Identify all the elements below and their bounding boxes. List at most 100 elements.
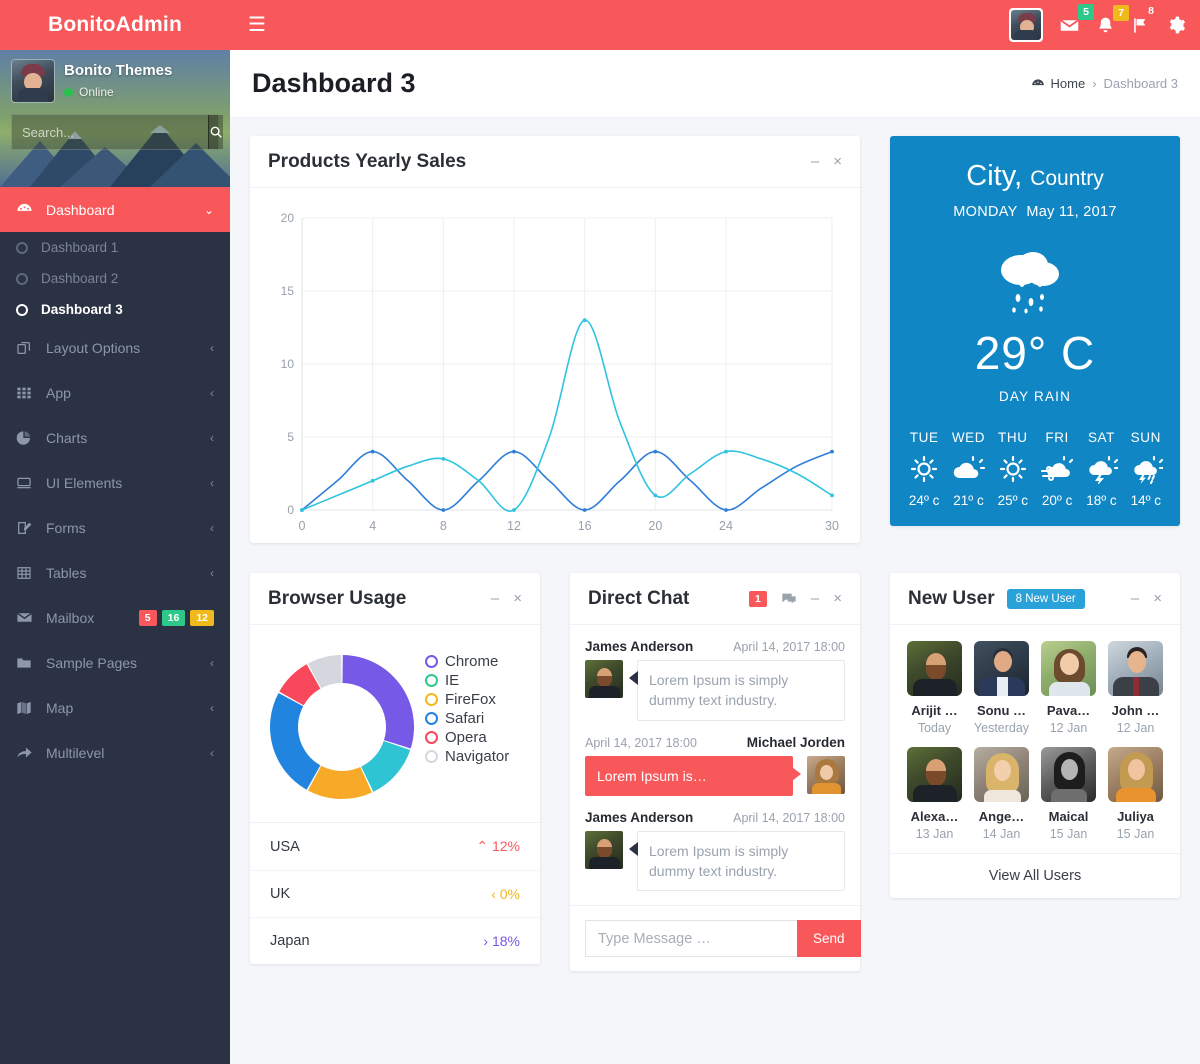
avatar — [974, 641, 1029, 696]
browser-usage-card: Browser Usage – × Chrome IE FireFox Safa… — [250, 573, 540, 964]
sidebar-item-dashboard[interactable]: Dashboard ⌄ — [0, 187, 230, 232]
chat-unread-badge: 1 — [749, 590, 767, 607]
sidebar-item-multilevel[interactable]: Multilevel ‹ — [0, 730, 230, 775]
circle-icon — [16, 303, 28, 316]
sidebar-item-app[interactable]: App ‹ — [0, 370, 230, 415]
content-header: Dashboard 3 Home › Dashboard 3 — [230, 50, 1200, 118]
edit-icon — [16, 520, 34, 536]
sidebar-item-ui-elements[interactable]: UI Elements ‹ — [0, 460, 230, 505]
forecast-day-label: THU — [998, 430, 1028, 445]
sidebar-item-label: Mailbox — [46, 609, 95, 626]
chat-timestamp: April 14, 2017 18:00 — [733, 640, 845, 654]
sidebar-item-dashboard-3[interactable]: Dashboard 3 — [0, 294, 230, 325]
list-item[interactable]: Sonu … Yesterday — [971, 641, 1032, 735]
svg-text:24: 24 — [719, 519, 733, 533]
topbar: ☰ 5 7 8 — [230, 0, 1200, 50]
chat-message: James Anderson April 14, 2017 18:00 Lore… — [585, 639, 845, 721]
legend-item[interactable]: Navigator — [425, 748, 509, 765]
sidebar-item-sample-pages[interactable]: Sample Pages ‹ — [0, 640, 230, 685]
chat-message-input[interactable] — [585, 920, 797, 958]
list-item[interactable]: Arijit … Today — [904, 641, 965, 735]
sidebar-item-tables[interactable]: Tables ‹ — [0, 550, 230, 595]
folder-icon — [16, 655, 34, 671]
settings-button[interactable] — [1166, 15, 1186, 35]
chevron-left-icon: ‹ — [210, 475, 214, 490]
card-tools: – × — [1131, 591, 1162, 606]
sidebar-item-map[interactable]: Map ‹ — [0, 685, 230, 730]
rain-cloud-icon — [890, 242, 1180, 320]
sidebar-item-charts[interactable]: Charts ‹ — [0, 415, 230, 460]
storm-rain-icon — [1134, 455, 1163, 484]
minimize-icon[interactable]: – — [1131, 591, 1139, 606]
sidebar-item-label: UI Elements — [46, 474, 123, 491]
forecast-temp: 18º c — [1086, 493, 1117, 508]
list-item[interactable]: John … 12 Jan — [1105, 641, 1166, 735]
close-icon[interactable]: × — [513, 591, 522, 606]
list-item[interactable]: Maical 15 Jan — [1038, 747, 1099, 841]
forecast-day-label: SAT — [1087, 430, 1115, 445]
list-item[interactable]: Juliya 15 Jan — [1105, 747, 1166, 841]
legend-item[interactable]: Safari — [425, 710, 509, 727]
sidebar-item-dashboard-1[interactable]: Dashboard 1 — [0, 232, 230, 263]
forecast-temp: 25º c — [997, 493, 1029, 508]
wind-cloud-icon — [1041, 455, 1074, 482]
breadcrumb-home[interactable]: Home — [1031, 76, 1085, 91]
country-percent: 12% — [491, 838, 520, 854]
minimize-icon[interactable]: – — [491, 591, 499, 606]
forecast-day: THU 25º c — [996, 430, 1030, 508]
weather-day: MONDAY — [953, 204, 1018, 220]
view-all-users-link[interactable]: View All Users — [890, 853, 1180, 898]
sidebar-item-forms[interactable]: Forms ‹ — [0, 505, 230, 550]
storm-icon — [1089, 455, 1119, 484]
minimize-icon[interactable]: – — [811, 154, 819, 169]
legend-marker-ie — [425, 674, 438, 687]
search-button[interactable] — [208, 115, 223, 149]
card-tools: – × — [811, 154, 842, 169]
table-icon — [16, 565, 34, 581]
send-button[interactable]: Send — [797, 920, 861, 958]
sidebar-item-layout-options[interactable]: Layout Options ‹ — [0, 325, 230, 370]
list-item[interactable]: Ange… 14 Jan — [971, 747, 1032, 841]
forecast-temp: 14º c — [1130, 493, 1162, 508]
country-value: › 18% — [483, 933, 520, 949]
messages-button[interactable]: 5 — [1059, 3, 1094, 36]
legend-label: Chrome — [445, 653, 499, 670]
chat-timestamp: April 14, 2017 18:00 — [733, 810, 845, 825]
sidebar-user-status-label: Online — [79, 85, 114, 99]
chevron-left-icon: ‹ — [210, 745, 214, 760]
topbar-actions: 5 7 8 — [1009, 3, 1186, 42]
minimize-icon[interactable]: – — [811, 591, 819, 606]
close-icon[interactable]: × — [833, 591, 842, 606]
sidebar-item-mailbox[interactable]: Mailbox 5 16 12 — [0, 595, 230, 640]
pie-chart-icon — [16, 430, 34, 446]
close-icon[interactable]: × — [1153, 591, 1162, 606]
user-name: Ange… — [978, 809, 1025, 824]
avatar[interactable] — [12, 60, 54, 102]
close-icon[interactable]: × — [833, 154, 842, 169]
table-row: Japan › 18% — [250, 917, 540, 964]
list-item[interactable]: Alexa… 13 Jan — [904, 747, 965, 841]
chat-bubbles-icon[interactable] — [781, 592, 797, 606]
notifications-button[interactable]: 7 — [1096, 4, 1129, 35]
new-user-card: New User 8 New User – × Arijit … Today S… — [890, 573, 1180, 898]
chevron-left-icon: ‹ — [210, 520, 214, 535]
user-avatar[interactable] — [1009, 8, 1043, 42]
legend-item[interactable]: Chrome — [425, 653, 509, 670]
tasks-button[interactable]: 8 — [1131, 5, 1154, 35]
chat-message-meta: James Anderson April 14, 2017 18:00 — [585, 810, 845, 825]
chat-message-meta: Michael Jorden April 14, 2017 18:00 — [585, 735, 845, 750]
legend-marker-firefox — [425, 693, 438, 706]
legend-item[interactable]: Opera — [425, 729, 509, 746]
menu-toggle-icon[interactable]: ☰ — [248, 15, 266, 35]
legend-item[interactable]: FireFox — [425, 691, 509, 708]
brand-logo[interactable]: BonitoAdmin — [0, 0, 230, 50]
sidebar-item-dashboard-2[interactable]: Dashboard 2 — [0, 263, 230, 294]
chat-author: James Anderson — [585, 639, 694, 654]
user-date: Today — [917, 721, 952, 735]
list-item[interactable]: Pava… 12 Jan — [1038, 641, 1099, 735]
sidebar-item-label: Sample Pages — [46, 654, 138, 671]
legend-item[interactable]: IE — [425, 672, 509, 689]
search-input[interactable] — [12, 115, 208, 149]
sidebar-subitem-label: Dashboard 3 — [41, 302, 123, 317]
sun-cloud-icon — [954, 455, 986, 478]
